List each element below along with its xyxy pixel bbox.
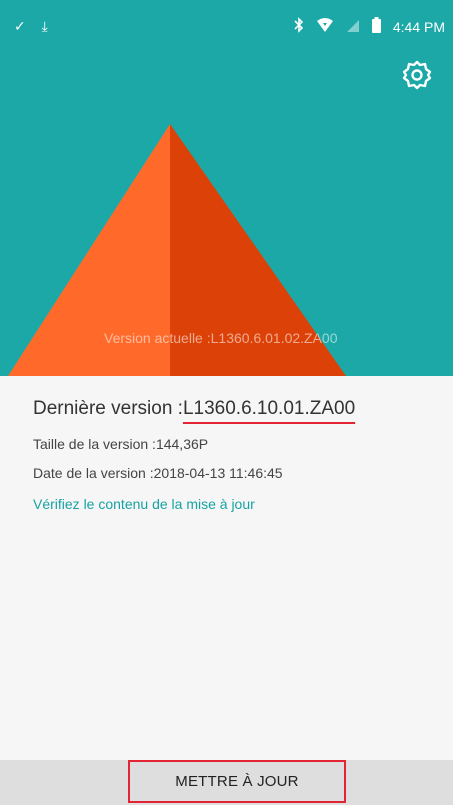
latest-version-label: Dernière version : [33, 398, 183, 419]
hero-banner: ✓ ⤓ 4:44 PM Version actuelle:L1360.6.01… [0, 0, 453, 376]
check-update-content-link[interactable]: Vérifiez le contenu de la mise à jour [33, 496, 255, 512]
bluetooth-icon [294, 17, 304, 36]
wifi-icon [316, 17, 334, 36]
pyramid-illustration [8, 124, 346, 376]
update-button[interactable]: METTRE À JOUR [128, 760, 346, 803]
status-time: 4:44 PM [392, 18, 445, 35]
upload-icon: ⤓ [41, 18, 48, 34]
battery-icon [371, 17, 381, 36]
version-date: Date de la version :2018-04-13 11:46:45 [33, 465, 283, 481]
status-bar: ✓ ⤓ 4:44 PM [0, 0, 453, 48]
no-signal-icon [346, 17, 360, 36]
current-version-text: Version actuelle :L1360.6.01.02.ZA00 [104, 330, 338, 346]
bottom-action-bar: METTRE À JOUR [0, 760, 453, 805]
check-icon: ✓ [14, 18, 26, 34]
latest-version-value: L1360.6.10.01.ZA00 [182, 398, 356, 419]
latest-version: Dernière version :L1360.6.10.01.ZA00 [33, 398, 355, 420]
version-size: Taille de la version :144,36P [33, 436, 209, 452]
gear-icon[interactable] [400, 58, 434, 92]
update-info-panel: Dernière version :L1360.6.10.01.ZA00 Tai… [0, 376, 453, 760]
